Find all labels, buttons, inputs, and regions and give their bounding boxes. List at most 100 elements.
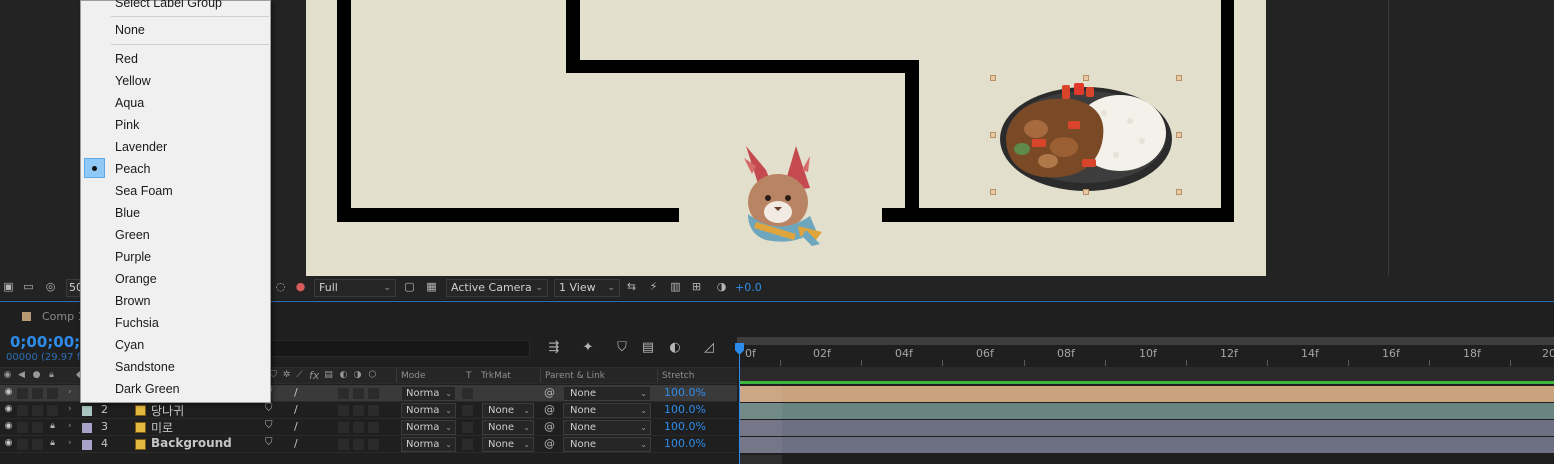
eye-icon[interactable]: ◉ <box>3 404 14 415</box>
menu-item-dark-green[interactable]: Dark Green <box>81 378 270 400</box>
view-layout-select[interactable]: 1 View ⌄ <box>554 279 620 297</box>
layer-label-chip[interactable] <box>82 406 92 416</box>
draft-3d-icon[interactable]: ✦ <box>580 340 596 356</box>
menu-item-cyan[interactable]: Cyan <box>81 334 270 356</box>
switch-toggle[interactable] <box>368 388 379 399</box>
layer-row[interactable]: ◉ › 2 당나귀 ⛉ / Norma ⌄ None ⌄ @ None ⌄ 100.0… <box>0 402 737 419</box>
switch-toggle[interactable] <box>353 422 364 433</box>
eye-icon[interactable]: ◉ <box>2 369 13 381</box>
shy-layers-icon[interactable]: ⛉ <box>614 340 630 356</box>
flowchart-icon[interactable]: ⊞ <box>690 281 703 293</box>
solo-toggle[interactable] <box>32 439 43 450</box>
caret-right-icon[interactable]: › <box>68 438 72 448</box>
menu-item-none[interactable]: None <box>81 19 270 41</box>
pickwhip-icon[interactable]: @ <box>544 437 555 450</box>
menu-item-aqua[interactable]: Aqua <box>81 92 270 114</box>
monitor-icon[interactable]: ▭ <box>22 281 35 293</box>
reset-exposure-icon[interactable]: ◑ <box>715 281 728 293</box>
col-mode[interactable]: Mode <box>401 371 426 381</box>
menu-item-select-label-group[interactable]: Select Label Group <box>81 0 270 14</box>
switch-toggle[interactable] <box>338 439 349 450</box>
current-time-indicator-line[interactable] <box>739 355 740 464</box>
audio-toggle[interactable] <box>17 422 28 433</box>
fast-preview-icon[interactable]: ⚡ <box>647 281 660 293</box>
quality-icon[interactable]: ⟋ <box>294 369 305 381</box>
layer-name[interactable]: 당나귀 <box>151 402 184 419</box>
mask-icon[interactable]: ◎ <box>44 281 57 293</box>
switch-toggle[interactable] <box>353 388 364 399</box>
region-of-interest-icon[interactable]: ▣ <box>2 281 15 293</box>
track-matte-select[interactable]: None ⌄ <box>482 420 534 435</box>
current-time-display[interactable]: 0;00;00;0 <box>10 333 91 351</box>
menu-item-yellow[interactable]: Yellow <box>81 70 270 92</box>
col-stretch[interactable]: Stretch <box>662 371 694 381</box>
menu-item-lavender[interactable]: Lavender <box>81 136 270 158</box>
solo-icon[interactable]: ● <box>31 369 42 381</box>
quality-slash-icon[interactable]: / <box>294 386 298 399</box>
layer-label-chip[interactable] <box>82 423 92 433</box>
switch-toggle[interactable] <box>353 439 364 450</box>
shy-icon[interactable]: ⛉ <box>265 437 273 448</box>
frame-blend-col-icon[interactable]: ▤ <box>323 369 334 381</box>
switch-toggle[interactable] <box>368 422 379 433</box>
col-parent[interactable]: Parent & Link <box>545 371 605 381</box>
pickwhip-icon[interactable]: @ <box>544 386 555 399</box>
transform-handle[interactable] <box>1083 75 1089 81</box>
layer-duration-bar[interactable] <box>740 403 1554 419</box>
blend-mode-select[interactable]: Norma ⌄ <box>401 437 456 452</box>
preserve-transparency-toggle[interactable] <box>462 439 473 450</box>
region-icon[interactable]: ▢ <box>403 281 416 293</box>
exposure-value[interactable]: +0.0 <box>735 281 762 294</box>
solo-toggle[interactable] <box>32 405 43 416</box>
preserve-transparency-toggle[interactable] <box>462 388 473 399</box>
menu-item-brown[interactable]: Brown <box>81 290 270 312</box>
timeline-scroll-area[interactable] <box>740 455 782 464</box>
snapshot-icon[interactable]: ◌ <box>274 281 287 293</box>
menu-item-peach[interactable]: Peach <box>81 158 270 180</box>
layer-row[interactable]: ◉ 🔒︎ › 4 Background ⛉ / Norma ⌄ None ⌄ @ N… <box>0 436 737 453</box>
layer-duration-bar[interactable] <box>740 386 1554 402</box>
pickwhip-icon[interactable]: @ <box>544 403 555 416</box>
lock-toggle[interactable] <box>47 388 58 399</box>
transform-handle[interactable] <box>1176 189 1182 195</box>
timeline-icon[interactable]: ▥ <box>669 281 682 293</box>
menu-item-pink[interactable]: Pink <box>81 114 270 136</box>
resolution-select[interactable]: Full ⌄ <box>314 279 396 297</box>
shy-icon[interactable]: ⛉ <box>265 403 273 414</box>
audio-icon[interactable]: ◀ <box>16 369 27 381</box>
caret-right-icon[interactable]: › <box>68 387 72 397</box>
menu-item-blue[interactable]: Blue <box>81 202 270 224</box>
transform-handle[interactable] <box>1176 132 1182 138</box>
stretch-value[interactable]: 100.0% <box>664 420 706 433</box>
quality-slash-icon[interactable]: / <box>294 403 298 416</box>
transform-bounding-box[interactable] <box>990 75 1182 195</box>
parent-select[interactable]: None ⌄ <box>563 420 651 435</box>
col-fx[interactable]: fx <box>309 369 319 382</box>
layer-name[interactable]: Background <box>151 436 232 450</box>
stretch-value[interactable]: 100.0% <box>664 403 706 416</box>
menu-item-orange[interactable]: Orange <box>81 268 270 290</box>
transform-handle[interactable] <box>990 189 996 195</box>
menu-item-red[interactable]: Red <box>81 48 270 70</box>
menu-item-green[interactable]: Green <box>81 224 270 246</box>
3d-layer-col-icon[interactable]: ⬡ <box>367 369 378 381</box>
menu-item-purple[interactable]: Purple <box>81 246 270 268</box>
tab-comp[interactable]: Comp 1 <box>0 306 85 328</box>
parent-select[interactable]: None ⌄ <box>563 437 651 452</box>
eye-icon[interactable]: ◉ <box>3 438 14 449</box>
camera-select[interactable]: Active Camera ⌄ <box>446 279 548 297</box>
switch-toggle[interactable] <box>338 405 349 416</box>
eye-icon[interactable]: ◉ <box>3 421 14 432</box>
switch-toggle[interactable] <box>338 388 349 399</box>
frame-blending-icon[interactable]: ▤ <box>640 340 656 356</box>
audio-toggle[interactable] <box>17 439 28 450</box>
audio-toggle[interactable] <box>17 405 28 416</box>
blend-mode-select[interactable]: Norma ⌄ <box>401 420 456 435</box>
pickwhip-icon[interactable]: @ <box>544 420 555 433</box>
motion-blur-col-icon[interactable]: ◐ <box>338 369 349 381</box>
preserve-transparency-toggle[interactable] <box>462 422 473 433</box>
layer-duration-bar[interactable] <box>740 437 1554 453</box>
parent-select[interactable]: None ⌄ <box>563 386 651 401</box>
layer-duration-bar[interactable] <box>740 420 1554 436</box>
lock-toggle[interactable] <box>47 405 58 416</box>
